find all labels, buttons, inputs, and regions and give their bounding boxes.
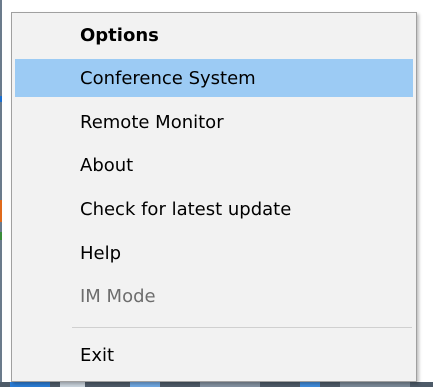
context-menu: Options Conference System Remote Monitor… [11,12,417,382]
menu-item-im-mode: IM Mode [15,277,413,315]
menu-item-label: Conference System [80,67,256,89]
menu-item-options[interactable]: Options [15,16,413,54]
menu-item-check-for-update[interactable]: Check for latest update [15,190,413,228]
menu-item-help[interactable]: Help [15,234,413,272]
menu-item-exit[interactable]: Exit [15,336,413,374]
menu-item-label: Exit [80,344,115,366]
menu-item-label: IM Mode [80,285,156,307]
menu-item-label: Help [80,242,122,264]
menu-separator [72,327,412,328]
menu-item-label: Options [80,24,159,46]
background-window-edge [0,0,2,387]
menu-item-about[interactable]: About [15,146,413,184]
taskbar-strip [0,382,433,387]
menu-item-label: Remote Monitor [80,111,224,133]
menu-item-label: Check for latest update [80,198,292,220]
menu-item-remote-monitor[interactable]: Remote Monitor [15,103,413,141]
menu-item-label: About [80,154,134,176]
menu-item-conference-system[interactable]: Conference System [15,59,413,97]
